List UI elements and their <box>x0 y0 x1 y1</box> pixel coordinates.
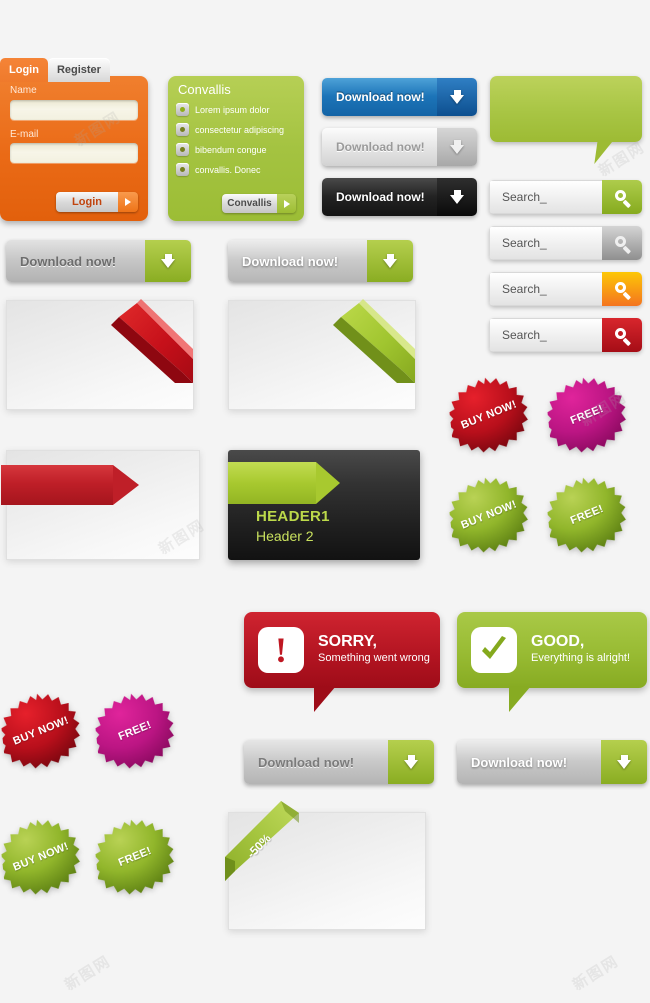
download-button-green-d-label: Download now! <box>457 740 601 784</box>
card-with-red-corner-ribbon <box>6 299 194 410</box>
notification-good-title: GOOD, <box>531 633 585 651</box>
download-button-green-c-label: Download now! <box>244 740 388 784</box>
login-panel: Login Register Name E-mail Login <box>0 58 148 221</box>
search-input[interactable]: Search_ <box>489 226 602 260</box>
list-item-label: convallis. Donec <box>195 164 261 175</box>
download-arrow-icon <box>601 740 647 784</box>
name-field[interactable] <box>10 99 138 120</box>
search-input[interactable]: Search_ <box>489 180 602 214</box>
bullet-icon <box>176 163 189 176</box>
download-button-green-c[interactable]: Download now! <box>244 740 434 784</box>
badge-buy-now-green[interactable]: BUY NOW! <box>446 472 532 558</box>
card-with-green-corner-ribbon <box>228 299 416 410</box>
badge-buy-now-green-2[interactable]: BUY NOW! <box>0 814 84 900</box>
download-arrow-icon <box>437 128 477 166</box>
login-submit-button[interactable]: Login <box>56 192 138 212</box>
discount-card: -50% <box>225 801 426 930</box>
convallis-button-label: Convallis <box>222 194 277 213</box>
badge-free-green[interactable]: FREE! <box>544 472 630 558</box>
tab-register[interactable]: Register <box>47 58 110 82</box>
notification-sorry-title: SORRY, <box>318 633 377 651</box>
badge-free-green-2[interactable]: FREE! <box>92 814 178 900</box>
tab-register-label: Register <box>56 64 101 76</box>
download-button-black-label: Download now! <box>322 178 437 216</box>
convallis-panel: Convallis Lorem ipsum dolor consectetur … <box>168 76 304 221</box>
download-button-green-a[interactable]: Download now! <box>6 240 191 282</box>
list-item[interactable]: Lorem ipsum dolor <box>176 103 296 116</box>
search-box-gray[interactable]: Search_ <box>489 226 642 260</box>
search-box-orange[interactable]: Search_ <box>489 272 642 306</box>
notification-good-message: Everything is alright! <box>531 651 631 664</box>
ui-kit-canvas: Login Register Name E-mail Login Convall… <box>0 0 650 1003</box>
arrow-right-icon <box>118 192 138 212</box>
badge-buy-now-red-2[interactable]: BUY NOW! <box>0 688 84 774</box>
search-icon <box>614 189 631 208</box>
download-button-green-a-label: Download now! <box>6 240 145 282</box>
notification-sorry-message: Something went wrong <box>318 651 430 664</box>
watermark: 新图网 <box>61 951 115 995</box>
notification-sorry: ! SORRY, Something went wrong <box>244 612 440 712</box>
bullet-icon <box>176 123 189 136</box>
login-submit-label: Login <box>56 192 118 212</box>
download-arrow-icon <box>367 240 413 282</box>
download-button-gray[interactable]: Download now! <box>322 128 477 166</box>
email-field[interactable] <box>10 143 138 163</box>
search-box-red[interactable]: Search_ <box>489 318 642 352</box>
badge-free-magenta[interactable]: FREE! <box>544 372 630 458</box>
list-item[interactable]: convallis. Donec <box>176 163 296 176</box>
bullet-icon <box>176 103 189 116</box>
badge-buy-now-red[interactable]: BUY NOW! <box>446 372 532 458</box>
list-item-label: bibendum congue <box>195 144 267 155</box>
watermark: 新图网 <box>569 951 623 995</box>
search-input[interactable]: Search_ <box>489 272 602 306</box>
download-arrow-icon <box>437 78 477 116</box>
badge-free-magenta-2[interactable]: FREE! <box>92 688 178 774</box>
search-button[interactable] <box>602 226 642 260</box>
search-button[interactable] <box>602 180 642 214</box>
tab-login-label: Login <box>9 64 39 76</box>
search-icon <box>614 327 631 346</box>
list-item-label: Lorem ipsum dolor <box>195 104 270 115</box>
green-arrow-tag <box>228 462 340 504</box>
exclamation-icon: ! <box>258 627 304 673</box>
login-tabs: Login Register <box>0 58 148 82</box>
download-button-blue[interactable]: Download now! <box>322 78 477 116</box>
convallis-button[interactable]: Convallis <box>222 194 296 213</box>
search-input[interactable]: Search_ <box>489 318 602 352</box>
list-item[interactable]: consectetur adipiscing <box>176 123 296 136</box>
download-button-blue-label: Download now! <box>322 78 437 116</box>
speech-bubble-green <box>490 76 642 142</box>
email-field-label: E-mail <box>10 128 39 140</box>
convallis-title: Convallis <box>178 82 231 97</box>
card-with-red-arrow-tag <box>1 450 200 560</box>
red-arrow-tag <box>1 465 139 505</box>
header-card-title: HEADER1 <box>256 508 330 525</box>
name-field-label: Name <box>10 85 37 96</box>
download-arrow-icon <box>145 240 191 282</box>
download-arrow-icon <box>437 178 477 216</box>
red-corner-ribbon <box>101 299 193 393</box>
dark-header-card: HEADER1 Header 2 <box>228 450 420 560</box>
header-card-subtitle: Header 2 <box>256 528 314 544</box>
bullet-icon <box>176 143 189 156</box>
discount-corner-ribbon: -50% <box>211 799 321 909</box>
search-icon <box>614 235 631 254</box>
search-box-green[interactable]: Search_ <box>489 180 642 214</box>
download-button-green-b[interactable]: Download now! <box>228 240 413 282</box>
tab-login[interactable]: Login <box>0 58 48 82</box>
list-item[interactable]: bibendum congue <box>176 143 296 156</box>
check-icon <box>471 627 517 673</box>
search-button[interactable] <box>602 318 642 352</box>
notification-good: GOOD, Everything is alright! <box>457 612 647 712</box>
search-icon <box>614 281 631 300</box>
download-button-green-b-label: Download now! <box>228 240 367 282</box>
arrow-right-icon <box>277 194 296 213</box>
download-button-gray-label: Download now! <box>322 128 437 166</box>
green-corner-ribbon <box>323 299 415 393</box>
download-arrow-icon <box>388 740 434 784</box>
list-item-label: consectetur adipiscing <box>195 124 285 135</box>
download-button-green-d[interactable]: Download now! <box>457 740 647 784</box>
search-button[interactable] <box>602 272 642 306</box>
download-button-black[interactable]: Download now! <box>322 178 477 216</box>
